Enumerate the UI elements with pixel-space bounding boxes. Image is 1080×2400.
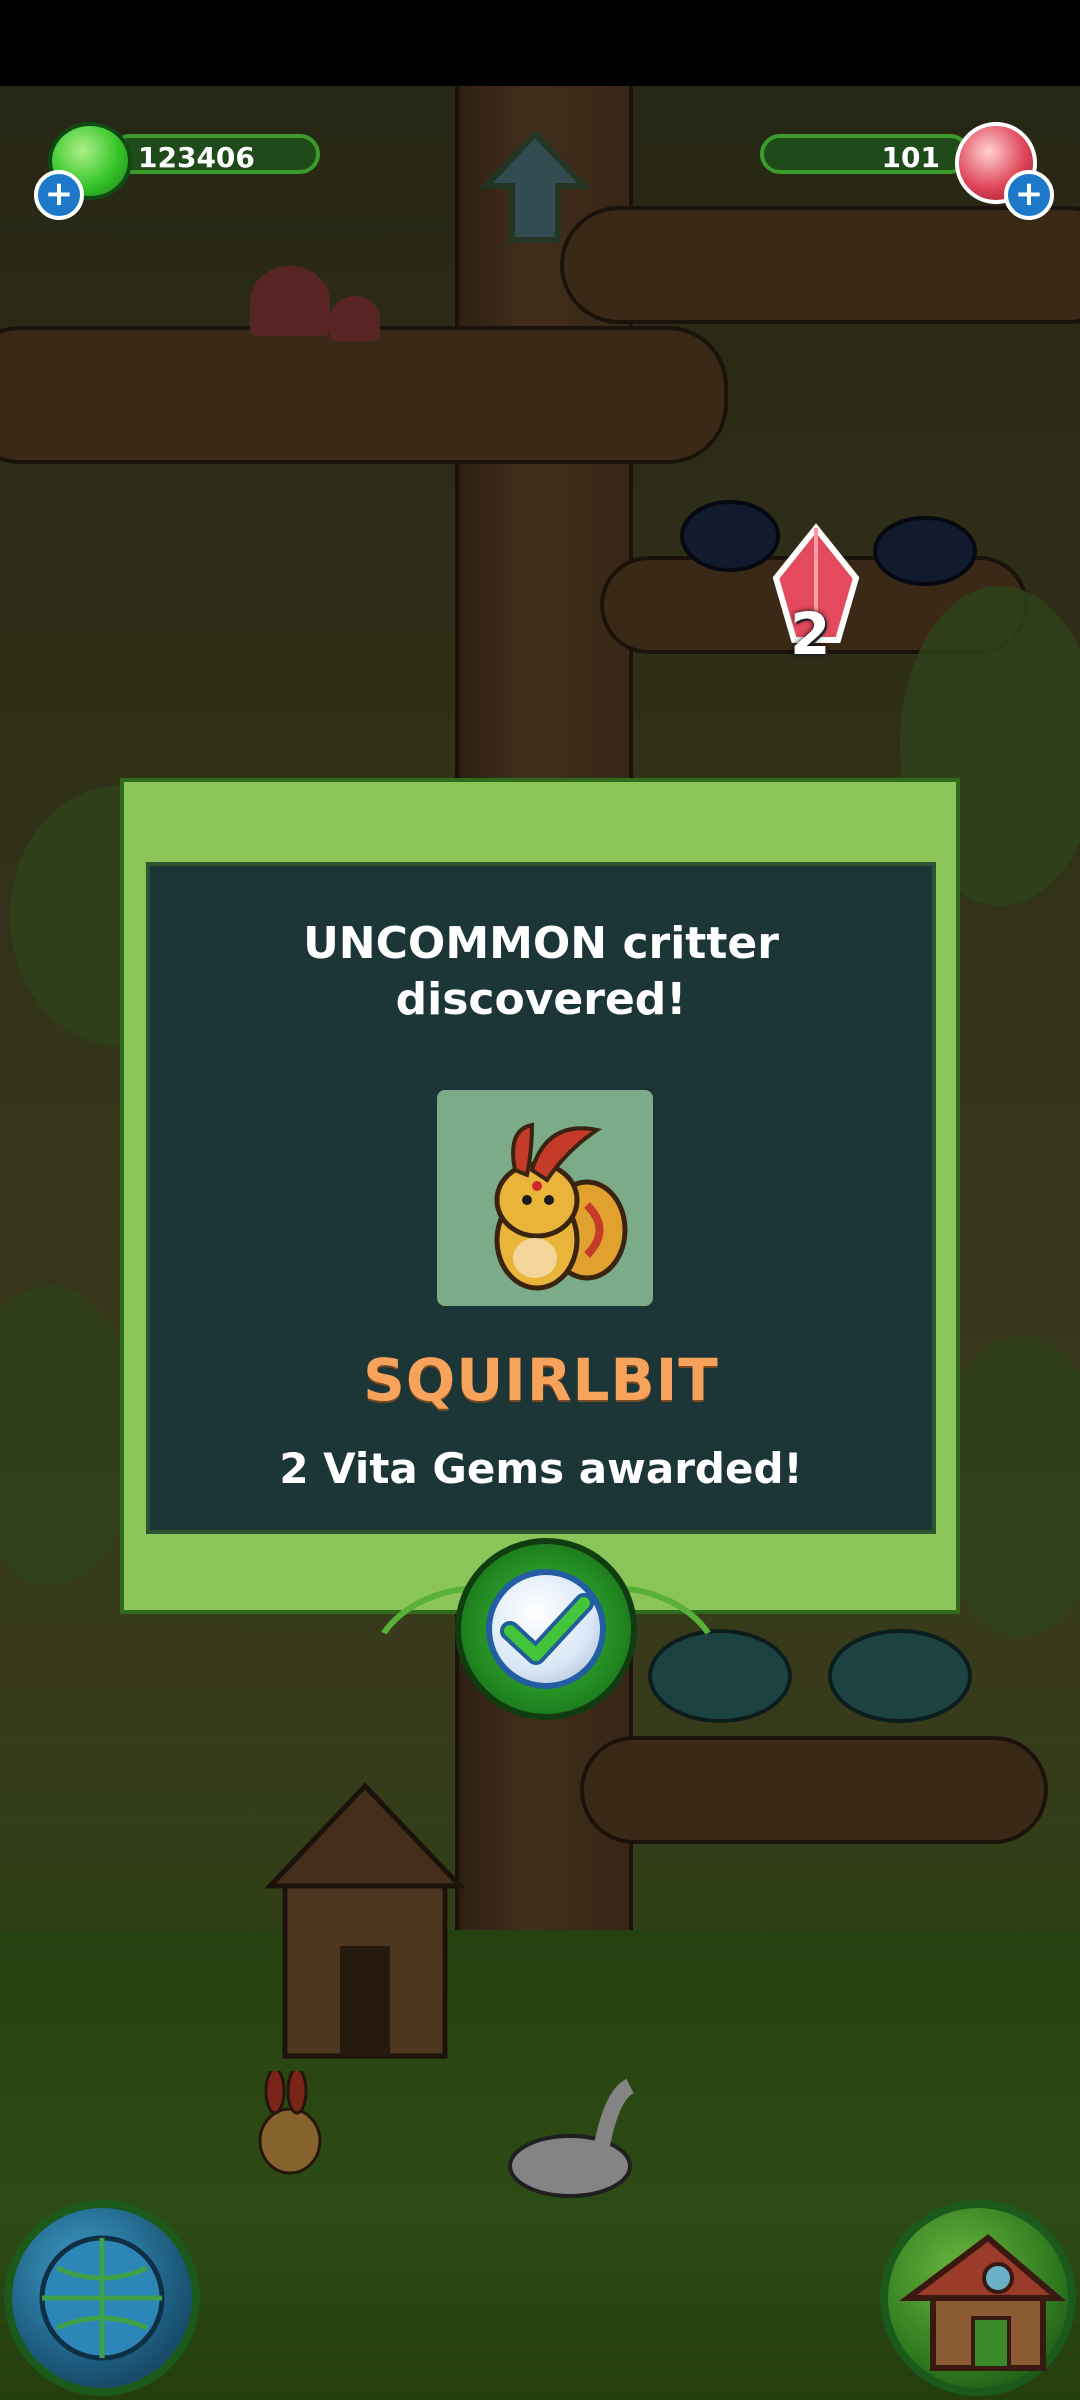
dialog-title: UNCOMMON critter discovered! — [150, 916, 932, 1028]
dialog-panel: UNCOMMON critter discovered! SQUIRLBIT 2… — [146, 862, 936, 1534]
up-arrow-icon[interactable] — [480, 128, 590, 248]
award-text: 2 Vita Gems awarded! — [279, 1444, 803, 1493]
confirm-button-face — [486, 1569, 606, 1689]
dialog-title-line1: UNCOMMON critter — [303, 918, 779, 969]
world-map-button[interactable] — [4, 2200, 200, 2396]
critter-portrait — [437, 1090, 653, 1306]
green-gem-counter: 123406 — [110, 134, 320, 174]
vita-gem-count: 101 — [881, 141, 940, 174]
home-button[interactable] — [880, 2200, 1076, 2396]
add-green-gems-button[interactable]: + — [34, 170, 84, 220]
dialog-title-line2: discovered! — [395, 974, 687, 1025]
house-icon — [899, 2234, 1067, 2371]
squirlbit-icon — [494, 1122, 628, 1291]
globe-icon — [39, 2235, 165, 2361]
confirm-button[interactable] — [455, 1538, 637, 1720]
gem-reward-count: 2 — [790, 600, 831, 668]
vita-gem-counter: 101 — [760, 134, 970, 174]
critter-name: SQUIRLBIT — [363, 1346, 719, 1414]
status-bar — [0, 0, 1080, 86]
add-vita-gems-button[interactable]: + — [1004, 170, 1054, 220]
green-gem-count: 123406 — [138, 141, 255, 174]
checkmark-icon — [500, 1593, 594, 1665]
critter-discovered-dialog: UNCOMMON critter discovered! SQUIRLBIT 2… — [120, 778, 960, 1614]
